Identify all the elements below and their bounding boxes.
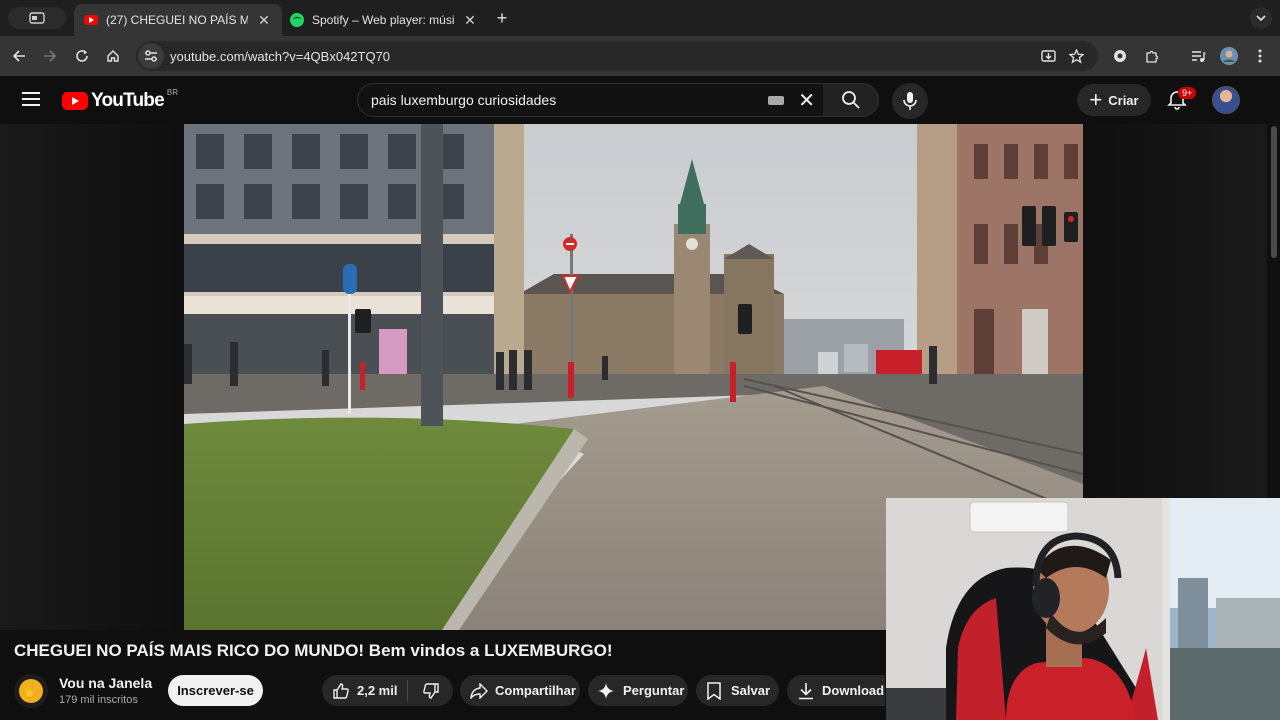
tab-youtube[interactable]: (27) CHEGUEI NO PAÍS MAIS ✕ <box>74 4 282 36</box>
bookmark-icon <box>707 681 721 700</box>
browser-tab-strip: (27) CHEGUEI NO PAÍS MAIS ✕ Spotify – We… <box>0 0 1280 36</box>
home-icon <box>107 50 119 62</box>
browser-menu-button[interactable] <box>1248 44 1272 68</box>
share-label: Compartilhar <box>495 683 576 698</box>
search-icon <box>841 91 860 109</box>
tab-spotify[interactable]: Spotify – Web player: música ✕ <box>280 4 488 36</box>
install-app-button[interactable] <box>1036 44 1060 68</box>
url-text: youtube.com/watch?v=4QBx042TQ70 <box>170 48 391 64</box>
chevron-down-icon <box>1256 15 1266 21</box>
subscribe-button[interactable]: Inscrever-se <box>168 675 263 706</box>
share-icon <box>470 682 488 699</box>
download-button[interactable]: Download <box>787 675 885 706</box>
home-button[interactable] <box>101 44 125 68</box>
browser-toolbar: youtube.com/watch?v=4QBx042TQ70 <box>0 36 1280 76</box>
clear-search-icon[interactable]: ✕ <box>798 88 815 113</box>
puzzle-icon <box>1145 50 1158 63</box>
country-code: BR <box>166 87 178 97</box>
microphone-icon <box>903 92 917 110</box>
reload-button[interactable] <box>70 44 94 68</box>
close-tab-icon[interactable]: ✕ <box>256 12 272 29</box>
keyboard-icon[interactable] <box>768 95 785 105</box>
guide-menu-button[interactable] <box>22 92 40 106</box>
extensions-button[interactable] <box>1140 44 1164 68</box>
voice-search-button[interactable] <box>892 83 928 119</box>
scrollbar-thumb[interactable] <box>1271 126 1277 258</box>
media-controls-button[interactable] <box>1186 44 1210 68</box>
tab-search-button[interactable] <box>8 7 66 29</box>
ask-button[interactable]: Perguntar <box>588 675 688 706</box>
channel-logo-icon: ✋ <box>19 679 43 703</box>
reload-icon <box>76 50 88 62</box>
webcam-overlay <box>886 498 1280 720</box>
create-label: Criar <box>1108 92 1139 108</box>
notifications-badge: 9+ <box>1178 87 1197 99</box>
profile-avatar-icon <box>1220 47 1238 65</box>
channel-avatar[interactable]: ✋ <box>14 674 48 708</box>
menu-icon-bar <box>22 98 40 100</box>
sparkle-icon <box>598 682 614 699</box>
record-icon <box>1114 50 1126 62</box>
account-avatar[interactable] <box>1212 86 1240 114</box>
search-button[interactable] <box>823 83 879 117</box>
back-button[interactable] <box>7 44 31 68</box>
download-icon <box>799 682 813 699</box>
menu-icon-bar <box>22 92 40 94</box>
youtube-logo[interactable]: YouTube BR <box>62 87 178 112</box>
spotify-favicon-icon <box>290 13 304 27</box>
channel-name[interactable]: Vou na Janela <box>59 675 152 691</box>
profile-button[interactable] <box>1217 44 1241 68</box>
tab-list-button[interactable] <box>1250 7 1272 29</box>
star-icon <box>1068 48 1084 64</box>
logo-text: YouTube <box>91 90 165 111</box>
new-tab-button[interactable]: + <box>492 8 512 29</box>
tab-title: (27) CHEGUEI NO PAÍS MAIS <box>106 13 248 27</box>
download-label: Download <box>822 683 885 698</box>
video-title: CHEGUEI NO PAÍS MAIS RICO DO MUNDO! Bem … <box>14 641 613 660</box>
arrow-left-icon <box>12 50 25 62</box>
dislike-button[interactable] <box>408 682 453 700</box>
install-icon <box>1040 50 1056 62</box>
site-info-button[interactable] <box>138 43 164 69</box>
like-button[interactable]: 2,2 mil <box>322 682 407 700</box>
extension-record-button[interactable] <box>1108 44 1132 68</box>
tune-icon <box>145 50 157 62</box>
like-dislike-group: 2,2 mil <box>322 675 453 706</box>
close-tab-icon[interactable]: ✕ <box>462 12 478 29</box>
save-button[interactable]: Salvar <box>696 675 779 706</box>
like-count: 2,2 mil <box>357 683 398 698</box>
youtube-play-icon <box>62 92 88 110</box>
address-bar[interactable]: youtube.com/watch?v=4QBx042TQ70 <box>136 41 1098 71</box>
youtube-favicon-icon <box>84 15 98 25</box>
queue-music-icon <box>1191 50 1205 62</box>
ask-label: Perguntar <box>623 683 685 698</box>
search-box[interactable]: pais luxemburgo curiosidades ✕ <box>357 83 824 117</box>
share-button[interactable]: Compartilhar <box>460 675 580 706</box>
bookmark-button[interactable] <box>1064 44 1088 68</box>
plus-icon: + <box>1089 87 1103 112</box>
tab-groups-icon <box>29 12 45 24</box>
thumbs-down-icon <box>422 682 439 699</box>
subscriber-count: 179 mil inscritos <box>59 694 138 706</box>
webcam-image <box>886 498 1280 720</box>
menu-icon-bar <box>22 104 40 106</box>
create-button[interactable]: + Criar <box>1077 84 1151 116</box>
tab-title: Spotify – Web player: música <box>312 13 454 27</box>
more-vertical-icon <box>1258 49 1262 63</box>
youtube-header: YouTube BR pais luxemburgo curiosidades … <box>0 76 1280 124</box>
arrow-right-icon <box>44 50 57 62</box>
search-input[interactable]: pais luxemburgo curiosidades <box>371 92 768 108</box>
thumbs-up-icon <box>333 682 349 699</box>
forward-button[interactable] <box>38 44 62 68</box>
save-label: Salvar <box>731 683 771 698</box>
